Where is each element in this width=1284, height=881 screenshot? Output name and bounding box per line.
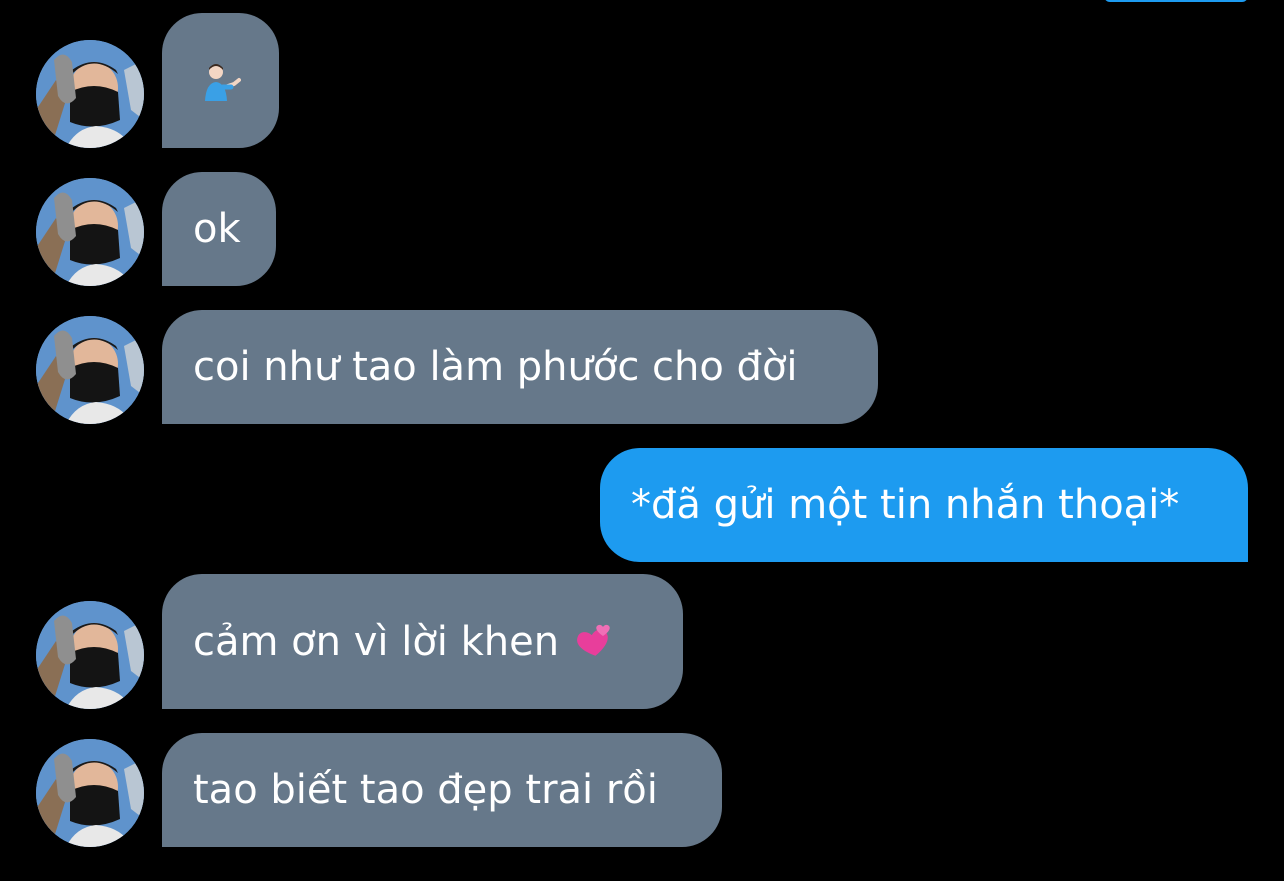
message-bubble-incoming[interactable] [162,13,279,148]
sender-avatar[interactable] [36,316,144,424]
message-text: coi như tao làm phước cho đời [193,344,798,390]
sender-avatar[interactable] [36,178,144,286]
message-bubble-incoming[interactable]: coi như tao làm phước cho đời [162,310,878,424]
sender-avatar[interactable] [36,40,144,148]
message-bubble-incoming[interactable]: ok [162,172,276,286]
message-bubble-outgoing[interactable]: *đã gửi một tin nhắn thoại* [600,448,1248,562]
message-text: *đã gửi một tin nhắn thoại* [631,482,1180,528]
sender-avatar[interactable] [36,739,144,847]
message-text: tao biết tao đẹp trai rồi [193,767,658,813]
message-text: ok [193,206,241,252]
message-bubble-incoming[interactable]: tao biết tao đẹp trai rồi [162,733,722,847]
man-tipping-hand-emoji [201,61,241,101]
sender-avatar[interactable] [36,601,144,709]
message-bubble-incoming[interactable]: cảm ơn vì lời khen [162,574,683,709]
message-text: cảm ơn vì lời khen [193,618,560,665]
previous-outgoing-bubble-edge [1104,0,1248,2]
two-hearts-emoji [573,622,613,662]
